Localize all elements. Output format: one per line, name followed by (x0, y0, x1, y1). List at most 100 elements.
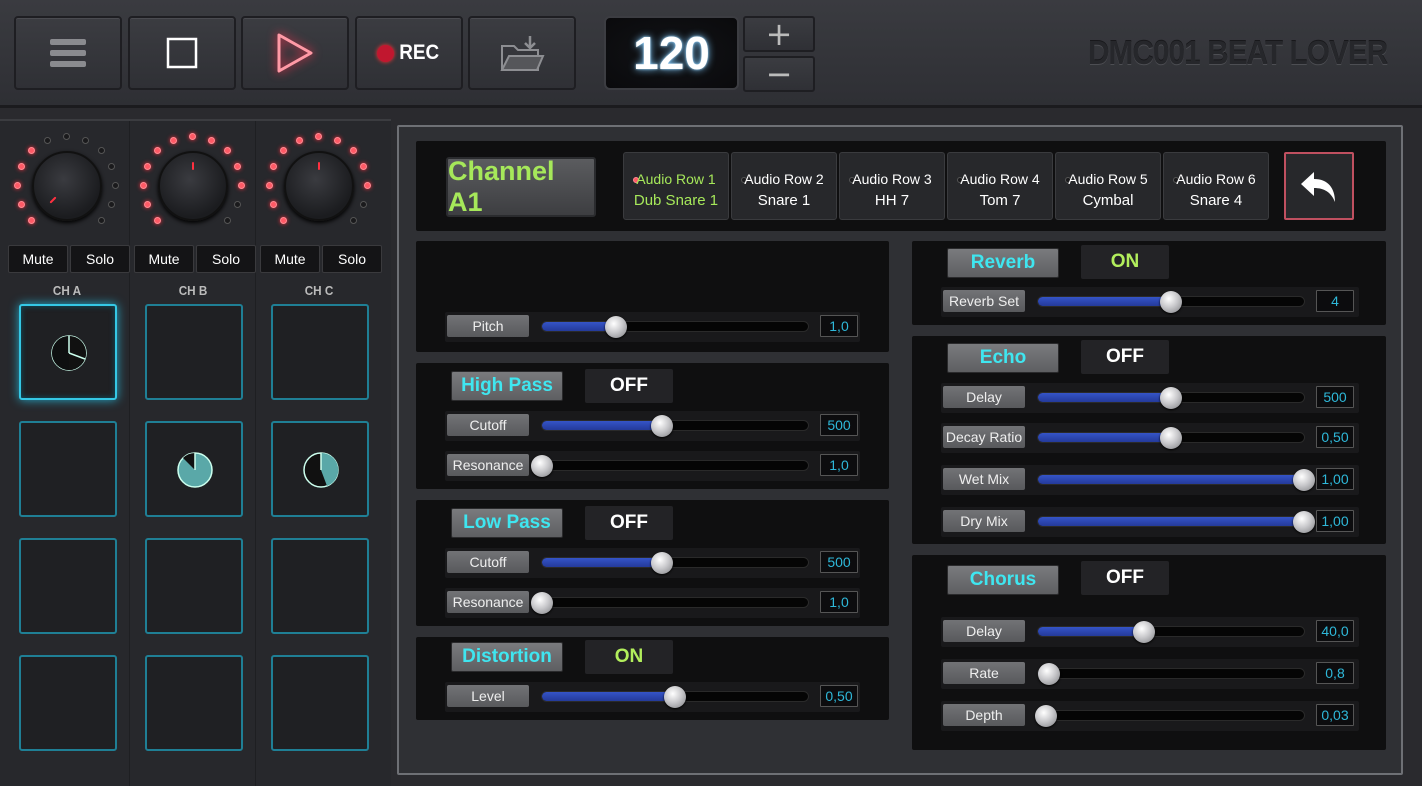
knob-led-dot (108, 163, 116, 171)
knob-led-dot (349, 147, 357, 155)
knob-led-dot (234, 163, 242, 171)
mute-button-c[interactable]: Mute (260, 245, 320, 273)
solo-button-a[interactable]: Solo (70, 245, 130, 273)
slider-thumb[interactable] (605, 316, 628, 338)
pad-a3[interactable] (19, 538, 117, 634)
pad-a2[interactable] (19, 421, 117, 517)
knob-led-dot (360, 163, 368, 171)
knob-led-dot (28, 216, 36, 224)
echo-onoff-button[interactable]: OFF (1081, 340, 1169, 374)
echo-decay-slider[interactable] (1037, 427, 1305, 449)
low-pass-toggle-label[interactable]: Low Pass (451, 508, 563, 538)
play-icon (277, 33, 313, 73)
reverb-toggle-label[interactable]: Reverb (947, 248, 1059, 278)
slider-thumb[interactable] (1160, 387, 1182, 409)
low-pass-resonance-slider[interactable] (531, 592, 809, 614)
depth-value: 0,03 (1316, 704, 1354, 726)
audio-row-tab-5[interactable]: Audio Row 5 Cymbal (1055, 152, 1161, 220)
knob-led-dot (189, 133, 196, 140)
slider-thumb[interactable] (1037, 663, 1060, 685)
play-button[interactable] (241, 16, 349, 90)
pitch-slider[interactable] (541, 316, 809, 338)
slider-thumb[interactable] (1133, 621, 1156, 643)
level-value: 0,50 (820, 685, 858, 707)
pad-c2[interactable] (271, 421, 369, 517)
audio-row-tab-1[interactable]: Audio Row 1 Dub Snare 1 (623, 152, 729, 220)
echo-wet-mix-slider[interactable] (1037, 469, 1315, 491)
knob-led-dot (97, 147, 105, 155)
pad-a1[interactable] (19, 304, 117, 400)
resonance-label: Resonance (447, 454, 529, 476)
back-button[interactable] (1284, 152, 1354, 220)
row-sample: Cymbal (1082, 192, 1134, 209)
slider-thumb[interactable] (650, 415, 673, 437)
chorus-delay-slider[interactable] (1037, 621, 1305, 643)
echo-dry-mix-slider[interactable] (1037, 511, 1315, 533)
pad-c3[interactable] (271, 538, 369, 634)
channel-a-volume-knob[interactable] (14, 133, 120, 239)
channel-b-volume-knob[interactable] (140, 133, 246, 239)
open-file-button[interactable] (468, 16, 576, 90)
slider-thumb[interactable] (1160, 291, 1182, 313)
slider-thumb[interactable] (1293, 469, 1315, 491)
high-pass-toggle-label[interactable]: High Pass (451, 371, 563, 401)
slider-thumb[interactable] (1293, 511, 1315, 533)
echo-delay-slider[interactable] (1037, 387, 1305, 409)
knob-led-dot (14, 182, 21, 189)
low-pass-onoff-button[interactable]: OFF (585, 506, 673, 540)
row-title: Audio Row 2 (744, 171, 824, 187)
pad-a4[interactable] (19, 655, 117, 751)
slider-thumb[interactable] (650, 552, 673, 574)
slider-thumb[interactable] (1160, 427, 1182, 449)
row-sample: Dub Snare 1 (633, 192, 719, 209)
pad-b4[interactable] (145, 655, 243, 751)
distortion-toggle-label[interactable]: Distortion (451, 642, 563, 672)
mute-button-b[interactable]: Mute (134, 245, 194, 273)
high-pass-resonance-slider[interactable] (531, 455, 809, 477)
chorus-rate-slider[interactable] (1037, 663, 1305, 685)
solo-button-b[interactable]: Solo (196, 245, 256, 273)
chorus-onoff-button[interactable]: OFF (1081, 561, 1169, 595)
reverb-set-slider[interactable] (1037, 291, 1305, 313)
mute-button-a[interactable]: Mute (8, 245, 68, 273)
knob-led-dot (108, 200, 116, 208)
slider-thumb[interactable] (531, 455, 553, 477)
echo-toggle-label[interactable]: Echo (947, 343, 1059, 373)
audio-row-tab-6[interactable]: Audio Row 6 Snare 4 (1163, 152, 1269, 220)
knob-led-dot (223, 216, 231, 224)
pad-c1[interactable] (271, 304, 369, 400)
pitch-value: 1,0 (820, 315, 858, 337)
record-button[interactable]: REC (355, 16, 463, 90)
knob-led-dot (170, 136, 178, 144)
pad-b2[interactable] (145, 421, 243, 517)
audio-row-tab-3[interactable]: Audio Row 3 HH 7 (839, 152, 945, 220)
audio-row-tab-4[interactable]: Audio Row 4 Tom 7 (947, 152, 1053, 220)
slider-thumb[interactable] (664, 686, 686, 708)
chorus-depth-slider[interactable] (1034, 705, 1305, 727)
distortion-level-slider[interactable] (541, 686, 809, 708)
pad-c4[interactable] (271, 655, 369, 751)
bpm-increase-button[interactable]: + (743, 16, 815, 52)
knob-led-dot (360, 200, 368, 208)
slider-thumb[interactable] (531, 592, 553, 614)
high-pass-cutoff-slider[interactable] (541, 415, 809, 437)
knob-indicator (318, 162, 320, 170)
resonance-value: 1,0 (820, 454, 858, 476)
pad-b1[interactable] (145, 304, 243, 400)
distortion-onoff-button[interactable]: ON (585, 640, 673, 674)
audio-row-tab-2[interactable]: Audio Row 2 Snare 1 (731, 152, 837, 220)
low-pass-cutoff-slider[interactable] (541, 552, 809, 574)
knob-led-dot (234, 200, 242, 208)
menu-button[interactable] (14, 16, 122, 90)
reverb-onoff-button[interactable]: ON (1081, 245, 1169, 279)
high-pass-onoff-button[interactable]: OFF (585, 369, 673, 403)
stop-button[interactable] (128, 16, 236, 90)
record-label: REC (399, 41, 439, 64)
bpm-decrease-button[interactable]: − (743, 56, 815, 92)
channel-c-volume-knob[interactable] (266, 133, 372, 239)
solo-button-c[interactable]: Solo (322, 245, 382, 273)
chorus-toggle-label[interactable]: Chorus (947, 565, 1059, 595)
slider-thumb[interactable] (1034, 705, 1057, 727)
low-pass-cutoff-row: Cutoff 500 (445, 548, 860, 578)
pad-b3[interactable] (145, 538, 243, 634)
